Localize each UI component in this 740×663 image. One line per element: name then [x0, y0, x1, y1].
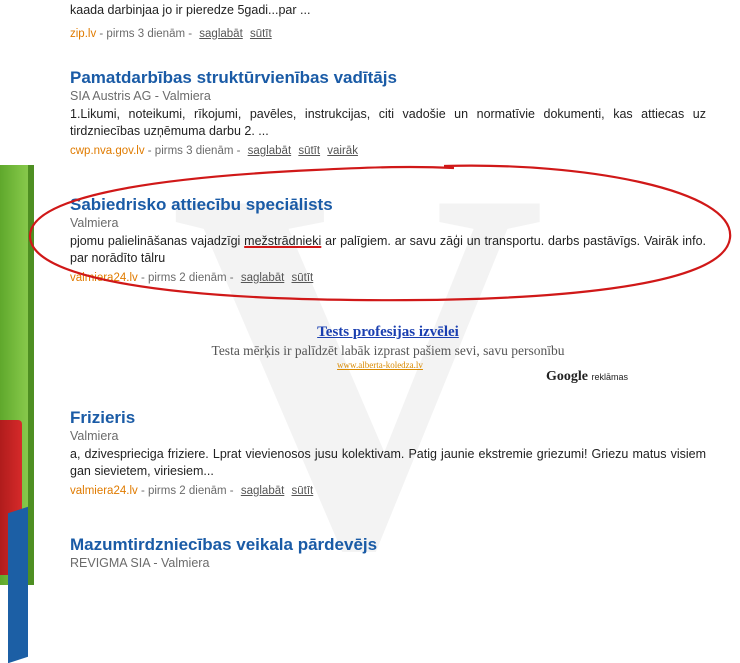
job-source[interactable]: zip.lv	[70, 28, 96, 40]
banner-strip	[28, 165, 34, 585]
job-description: 1.Likumi, noteikumi, rīkojumi, pavēles, …	[70, 107, 706, 138]
more-link[interactable]: vairāk	[327, 145, 358, 157]
send-link[interactable]: sūtīt	[292, 485, 314, 497]
job-age: - pirms 3 dienām -	[99, 28, 193, 40]
ad-text: Testa mērķis ir palīdzēt labāk izprast p…	[211, 343, 565, 358]
job-item: Frizieris Valmiera a, dzivesprieciga fri…	[70, 408, 706, 499]
ads-label: reklāmas	[591, 372, 629, 382]
job-source[interactable]: valmiera24.lv	[70, 272, 138, 284]
job-description: a, dzivesprieciga friziere. Lprat vievie…	[70, 447, 706, 478]
save-link[interactable]: saglabāt	[241, 485, 284, 497]
job-age: - pirms 2 dienām -	[140, 272, 234, 284]
job-item: Sabiedrisko attiecību speciālists Valmie…	[70, 195, 706, 286]
job-meta: valmiera24.lv - pirms 2 dienām - saglabā…	[70, 483, 706, 499]
job-item: kaada darbinjaa jo ir pieredze 5gadi...p…	[70, 2, 706, 42]
save-link[interactable]: saglabāt	[241, 272, 284, 284]
job-item: Mazumtirdzniecības veikala pārdevējs REV…	[70, 535, 706, 571]
save-link[interactable]: saglabāt	[248, 145, 291, 157]
job-age: - pirms 2 dienām -	[140, 485, 234, 497]
job-title[interactable]: Mazumtirdzniecības veikala pārdevējs	[70, 535, 706, 555]
job-meta: valmiera24.lv - pirms 2 dienām - saglabā…	[70, 270, 706, 286]
left-banner-ad[interactable]	[0, 165, 34, 663]
sponsored-ad: Tests profesijas izvēlei Testa mērķis ir…	[70, 323, 706, 384]
job-source[interactable]: cwp.nva.gov.lv	[70, 145, 145, 157]
highlighted-keyword: mežstrādnieki	[244, 234, 322, 248]
job-description: kaada darbinjaa jo ir pieredze 5gadi...p…	[70, 3, 311, 17]
save-link[interactable]: saglabāt	[199, 28, 242, 40]
ad-title-link[interactable]: Tests profesijas izvēlei	[70, 323, 706, 342]
send-link[interactable]: sūtīt	[250, 28, 272, 40]
job-title[interactable]: Sabiedrisko attiecību speciālists	[70, 195, 706, 215]
job-title[interactable]: Pamatdarbības struktūrvienības vadītājs	[70, 68, 706, 88]
job-description-start: pjomu palielināšanas vajadzīgi	[70, 234, 245, 248]
job-age: - pirms 3 dienām -	[147, 145, 241, 157]
job-meta: zip.lv - pirms 3 dienām - saglabāt sūtīt	[70, 26, 706, 42]
job-source[interactable]: valmiera24.lv	[70, 485, 138, 497]
job-company: Valmiera	[70, 216, 119, 230]
job-meta: cwp.nva.gov.lv - pirms 3 dienām - saglab…	[70, 143, 706, 159]
job-company: SIA Austris AG - Valmiera	[70, 89, 211, 103]
job-item: Pamatdarbības struktūrvienības vadītājs …	[70, 68, 706, 159]
job-company: Valmiera	[70, 429, 119, 443]
send-link[interactable]: sūtīt	[298, 145, 320, 157]
job-title[interactable]: Frizieris	[70, 408, 706, 428]
google-logo-text: Google	[546, 369, 588, 384]
google-ads-label[interactable]: Google reklāmas	[546, 369, 628, 385]
job-description: pjomu palielināšanas vajadzīgi mežstrādn…	[70, 233, 706, 267]
send-link[interactable]: sūtīt	[292, 272, 314, 284]
job-company: REVIGMA SIA - Valmiera	[70, 556, 210, 570]
